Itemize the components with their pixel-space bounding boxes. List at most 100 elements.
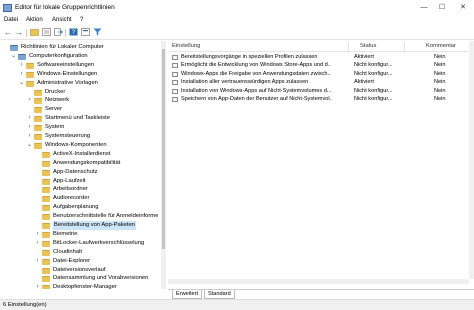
- menu-aktion[interactable]: Aktion: [26, 17, 43, 23]
- tree-item[interactable]: Drucker: [0, 88, 160, 97]
- column-divider[interactable]: [348, 42, 349, 51]
- back-arrow-icon[interactable]: ←: [3, 28, 13, 38]
- folder-icon: [42, 223, 50, 229]
- tree-item[interactable]: Datensammlung und Vorabversionen: [0, 274, 160, 283]
- folder-icon: [34, 134, 42, 140]
- setting-status: Nicht konfigur...: [354, 87, 393, 94]
- policy-setting-icon: [172, 63, 178, 69]
- tree-item[interactable]: Richtlinien für Lokaler Computer: [0, 43, 160, 52]
- table-row[interactable]: Windows-Apps die Freigabe von Anwendungs…: [168, 70, 468, 78]
- folder-icon: [34, 116, 42, 123]
- folder-icon: [42, 285, 50, 289]
- chevron-right-icon[interactable]: ›: [26, 132, 33, 141]
- tree-scrollbar-thumb[interactable]: [162, 49, 165, 249]
- tree-item[interactable]: Server: [0, 105, 160, 114]
- chevron-down-icon[interactable]: ⌄: [10, 52, 17, 61]
- help-icon[interactable]: ?: [68, 28, 78, 38]
- folder-icon: [34, 142, 42, 149]
- setting-comment: Nein: [434, 79, 446, 86]
- tree-item[interactable]: › Netzwerk: [0, 96, 160, 105]
- setting-name: Speichern von App-Daten der Benutzer auf…: [181, 96, 331, 102]
- setting-comment: Nein: [434, 87, 446, 94]
- tree-item[interactable]: ActiveX-Installerdienst: [0, 150, 160, 159]
- tree-item[interactable]: › BitLocker-Laufwerkverschlüsselung: [0, 239, 160, 248]
- view-tabs: Erweitert Standard: [168, 289, 474, 299]
- menu-help[interactable]: ?: [80, 17, 83, 23]
- tree-item[interactable]: › Systemsteuerung: [0, 132, 160, 141]
- horizontal-scrollbar[interactable]: [168, 279, 469, 284]
- chevron-right-icon[interactable]: ›: [34, 239, 41, 248]
- tree-item[interactable]: Anwendungskompatibilität: [0, 159, 160, 168]
- tree-item[interactable]: Benutzerschnittstelle für Anmeldeinforme: [0, 212, 160, 221]
- app-icon: [3, 4, 12, 12]
- table-row[interactable]: Speichern von App-Daten der Benutzer auf…: [168, 95, 468, 103]
- chevron-right-icon[interactable]: ›: [26, 96, 33, 105]
- view-icon[interactable]: [41, 28, 51, 38]
- tree-item[interactable]: › Windows-Einstellungen: [0, 70, 160, 79]
- tree-item[interactable]: ⌄ Computerkonfiguration: [0, 52, 160, 61]
- properties-icon[interactable]: [80, 28, 90, 38]
- forward-arrow-icon[interactable]: →: [14, 28, 24, 38]
- tree-item[interactable]: Aufgabenplanung: [0, 203, 160, 212]
- filter-icon[interactable]: [92, 28, 102, 38]
- menu-ansicht[interactable]: Ansicht: [52, 17, 72, 23]
- chevron-right-icon[interactable]: ›: [34, 257, 41, 266]
- toolbar: ← → ?: [0, 26, 474, 40]
- tree-item-label: Datei-Explorer: [53, 257, 91, 264]
- table-row[interactable]: Ermöglicht die Entwicklung von Windows S…: [168, 61, 468, 69]
- header-status[interactable]: Status: [360, 43, 376, 49]
- tree-item-label: Windows-Einstellungen: [37, 70, 98, 77]
- setting-name: Bereitstellungsvorgänge in speziellen Pr…: [181, 54, 318, 60]
- chevron-down-icon[interactable]: ⌄: [26, 141, 33, 150]
- folder-icon: [42, 276, 50, 283]
- tree-item[interactable]: App-Laufzeit: [0, 177, 160, 186]
- tree-item[interactable]: Cloudinhalt: [0, 248, 160, 257]
- column-divider[interactable]: [404, 42, 405, 51]
- toolbar-separator: [65, 29, 66, 37]
- tab-standard[interactable]: Standard: [204, 290, 235, 299]
- tree-item[interactable]: App-Datenschutz: [0, 168, 160, 177]
- tree-item[interactable]: ⌄ Administrative Vorlagen: [0, 79, 160, 88]
- menu-datei[interactable]: Datei: [4, 17, 18, 23]
- tree-item-label: App-Laufzeit: [53, 177, 86, 184]
- setting-name: Ermöglicht die Entwicklung von Windows S…: [181, 62, 331, 69]
- folder-icon[interactable]: [29, 28, 39, 38]
- chevron-right-icon[interactable]: ›: [26, 114, 33, 123]
- tree-item[interactable]: ⌄ Windows-Komponenten: [0, 141, 160, 150]
- tree-item[interactable]: Audiorecorder: [0, 194, 160, 203]
- header-setting[interactable]: Einstellung: [172, 43, 200, 49]
- folder-icon: [34, 107, 42, 114]
- tree-item-label: Netzwerk: [45, 97, 70, 104]
- export-icon[interactable]: [53, 28, 63, 38]
- vertical-scrollbar[interactable]: [469, 41, 474, 279]
- chevron-right-icon[interactable]: ›: [34, 283, 41, 289]
- tree-item[interactable]: Bereitstellung von App-Paketen: [0, 221, 160, 230]
- setting-comment: Nein: [434, 70, 446, 77]
- navigation-tree: Richtlinien für Lokaler Computer ⌄ Compute…: [0, 41, 166, 289]
- tab-erweitert[interactable]: Erweitert: [172, 290, 203, 299]
- close-button[interactable]: ✕: [457, 2, 469, 13]
- folder-icon: [42, 231, 50, 238]
- tree-item[interactable]: Arbeitsordner: [0, 185, 160, 194]
- tree-item[interactable]: › Softwareeinstellungen: [0, 61, 160, 70]
- tree-item[interactable]: › Desktopfenster-Manager: [0, 283, 160, 289]
- tree-item[interactable]: › Biometrie: [0, 230, 160, 239]
- tree-item[interactable]: › System: [0, 123, 160, 132]
- chevron-right-icon[interactable]: ›: [18, 70, 25, 79]
- computer-icon: [18, 53, 26, 60]
- tree-item[interactable]: › Datei-Explorer: [0, 257, 160, 266]
- tree-scrollbar[interactable]: [161, 41, 166, 289]
- tree-item[interactable]: › Startmenü und Taskleiste: [0, 114, 160, 123]
- folder-icon: [42, 169, 50, 176]
- chevron-right-icon[interactable]: ›: [18, 61, 25, 70]
- chevron-right-icon[interactable]: ›: [26, 123, 33, 132]
- header-comment[interactable]: Kommentar: [426, 43, 456, 49]
- table-row[interactable]: Installation aller vertrauenswürdigen Ap…: [168, 78, 468, 86]
- tree-item[interactable]: Dateiversionsverlauf: [0, 266, 160, 275]
- minimize-button[interactable]: —: [418, 2, 430, 13]
- table-row[interactable]: Bereitstellungsvorgänge in speziellen Pr…: [168, 53, 468, 61]
- table-row[interactable]: Installation von Windows-Apps auf Nicht-…: [168, 87, 468, 95]
- chevron-right-icon[interactable]: ›: [34, 230, 41, 239]
- chevron-down-icon[interactable]: ⌄: [18, 79, 25, 88]
- maximize-button[interactable]: ☐: [436, 2, 448, 13]
